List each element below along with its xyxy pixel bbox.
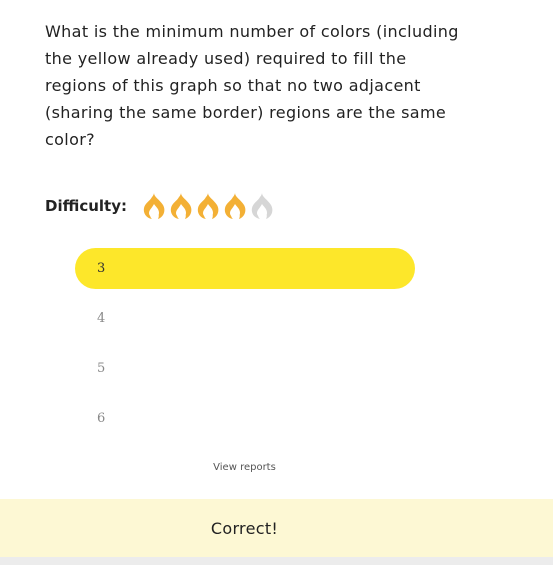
difficulty-flames — [141, 191, 275, 221]
flame-icon — [224, 193, 246, 219]
difficulty-label: Difficulty: — [45, 197, 127, 215]
answer-option-3[interactable]: 6 — [75, 398, 415, 439]
flame-icon — [170, 193, 192, 219]
question-text: What is the minimum number of colors (in… — [45, 22, 459, 149]
difficulty-rating: Difficulty: — [45, 190, 275, 222]
view-reports-link[interactable]: View reports — [0, 462, 489, 473]
answer-option-label: 6 — [97, 411, 106, 426]
flame-icon — [143, 193, 165, 219]
answer-option-label: 5 — [97, 361, 106, 376]
answer-option-label: 3 — [97, 261, 106, 276]
answer-options: 3 4 5 6 — [75, 248, 415, 448]
flame-icon — [197, 193, 219, 219]
bottom-divider — [0, 557, 553, 565]
answer-option-2[interactable]: 5 — [75, 348, 415, 389]
result-text: Correct! — [210, 518, 279, 538]
answer-option-0[interactable]: 3 — [75, 248, 415, 289]
answer-option-label: 4 — [97, 311, 106, 326]
result-banner: Correct! — [0, 499, 553, 557]
answer-option-1[interactable]: 4 — [75, 298, 415, 339]
flame-icon — [251, 193, 273, 219]
